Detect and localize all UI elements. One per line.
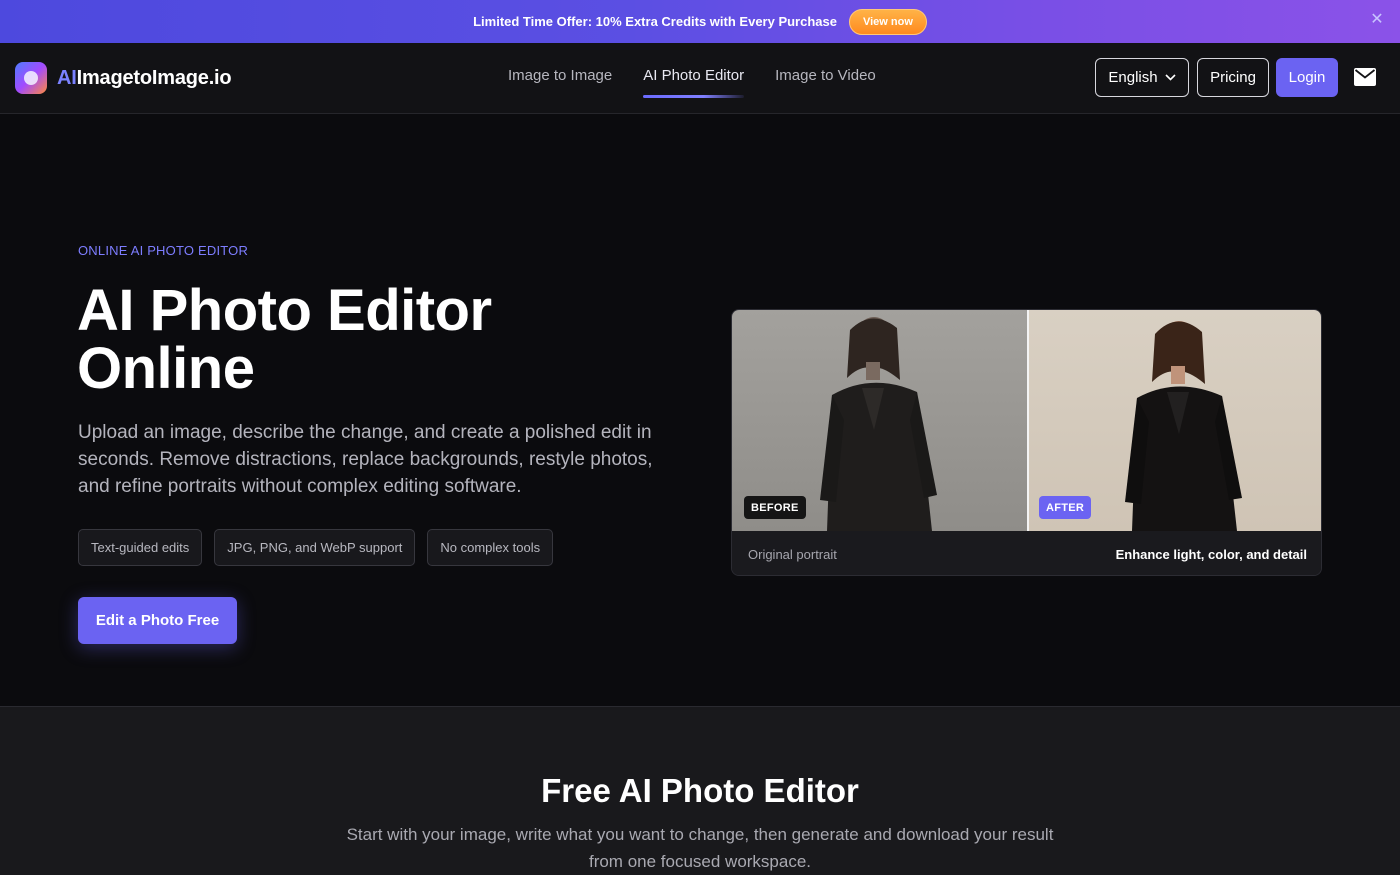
before-badge: BEFORE <box>744 496 806 519</box>
caption-enhanced: Enhance light, color, and detail <box>1115 546 1307 562</box>
edit-photo-free-button[interactable]: Edit a Photo Free <box>78 597 237 644</box>
nav-image-to-image[interactable]: Image to Image <box>508 67 612 98</box>
login-button[interactable]: Login <box>1276 58 1338 97</box>
promo-text: Limited Time Offer: 10% Extra Credits wi… <box>473 14 837 29</box>
after-badge: AFTER <box>1039 496 1092 519</box>
compare-caption: Original portrait Enhance light, color, … <box>732 531 1321 575</box>
chip-no-complex-tools: No complex tools <box>427 529 554 566</box>
caption-original: Original portrait <box>748 546 837 562</box>
free-editor-section: Free AI Photo Editor Start with your ima… <box>0 706 1400 875</box>
promo-banner: Limited Time Offer: 10% Extra Credits wi… <box>0 0 1400 43</box>
language-selector[interactable]: English <box>1095 58 1189 97</box>
nav-image-to-video[interactable]: Image to Video <box>775 67 876 98</box>
close-icon[interactable]: ✕ <box>1370 12 1384 28</box>
logo[interactable]: AIImagetoImage.io <box>15 62 232 94</box>
nav-ai-photo-editor[interactable]: AI Photo Editor <box>643 67 744 98</box>
hero-description: Upload an image, describe the change, an… <box>78 422 653 497</box>
before-image: BEFORE <box>732 310 1027 531</box>
logo-icon <box>15 62 47 94</box>
mail-icon[interactable] <box>1354 68 1376 86</box>
main-nav: Image to Image AI Photo Editor Image to … <box>508 67 907 98</box>
pricing-button[interactable]: Pricing <box>1197 58 1269 97</box>
section-title: Free AI Photo Editor <box>541 772 859 809</box>
hero-section: ONLINE AI PHOTO EDITOR AI Photo Editor O… <box>0 114 1400 706</box>
before-after-card: BEFORE AFTER Original portrait Enhance l… <box>731 309 1322 576</box>
hero-eyebrow: ONLINE AI PHOTO EDITOR <box>78 243 249 258</box>
site-header: AIImagetoImage.io Image to Image AI Phot… <box>0 43 1400 114</box>
language-label: English <box>1108 69 1158 86</box>
feature-chips: Text-guided edits JPG, PNG, and WebP sup… <box>78 529 565 566</box>
after-image: AFTER <box>1029 310 1321 531</box>
section-description: Start with your image, write what you wa… <box>346 825 1054 871</box>
chip-text-guided: Text-guided edits <box>78 529 203 566</box>
view-now-button[interactable]: View now <box>848 8 927 35</box>
chip-formats: JPG, PNG, and WebP support <box>214 529 416 566</box>
hero-title: AI Photo Editor Online <box>77 278 492 401</box>
logo-text: AIImagetoImage.io <box>57 66 232 89</box>
chevron-down-icon <box>1165 72 1176 84</box>
